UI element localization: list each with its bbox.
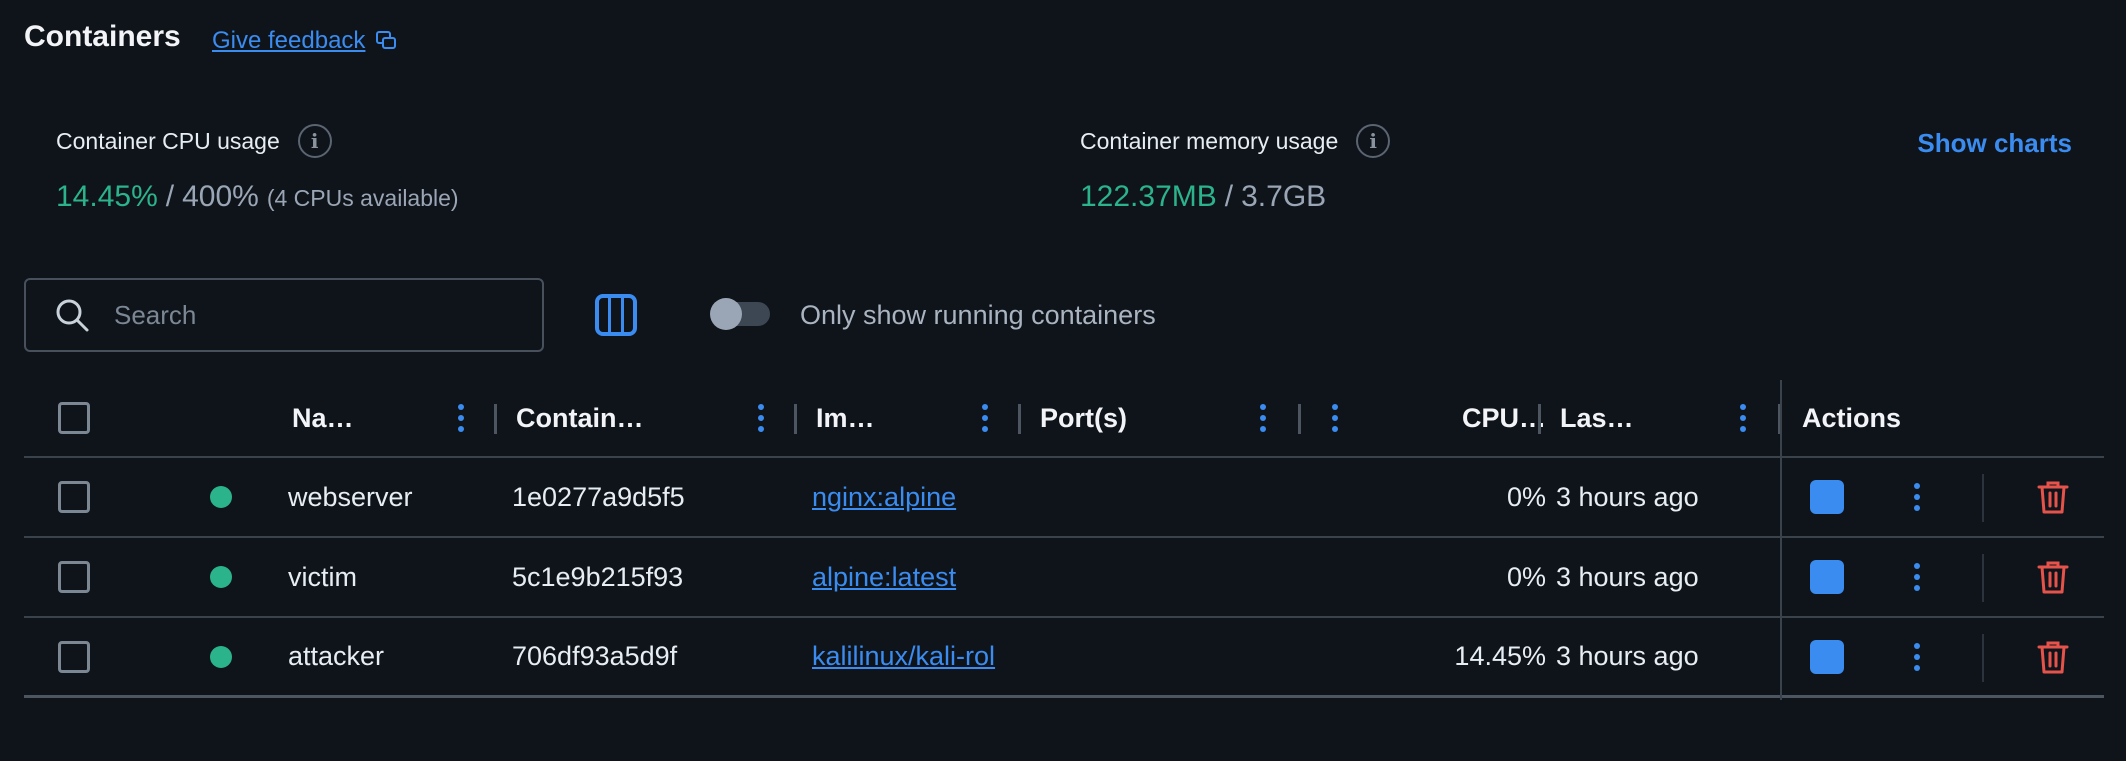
stop-icon bbox=[1810, 480, 1844, 514]
column-header-container-id[interactable]: Contain… bbox=[516, 380, 644, 456]
column-header-image[interactable]: Im… bbox=[816, 380, 875, 456]
column-menu-image[interactable] bbox=[978, 380, 992, 456]
memory-usage-label: Container memory usage bbox=[1080, 127, 1339, 154]
container-id: 706df93a5d9f bbox=[512, 641, 678, 671]
info-icon[interactable]: i bbox=[1356, 124, 1391, 158]
status-indicator bbox=[210, 538, 232, 616]
row-more-actions-button[interactable] bbox=[1910, 538, 1924, 616]
running-only-toggle[interactable] bbox=[710, 298, 770, 330]
container-cpu: 0% bbox=[1506, 561, 1546, 592]
row-checkbox-cell[interactable] bbox=[58, 458, 90, 536]
action-divider bbox=[1982, 634, 1984, 682]
delete-button[interactable] bbox=[2036, 538, 2070, 616]
columns-icon bbox=[599, 298, 612, 332]
show-charts-button[interactable]: Show charts bbox=[1917, 128, 2072, 159]
column-menu-container-id[interactable] bbox=[754, 380, 768, 456]
action-divider bbox=[1982, 474, 1984, 522]
memory-usage-value: 122.37MB / 3.7GB bbox=[1080, 180, 1326, 214]
table-row[interactable]: attacker 706df93a5d9f kalilinux/kali-rol… bbox=[24, 618, 2104, 698]
container-name[interactable]: webserver bbox=[288, 458, 413, 536]
give-feedback-label: Give feedback bbox=[212, 27, 366, 54]
column-menu-ports[interactable] bbox=[1256, 380, 1270, 456]
column-menu-last-started[interactable] bbox=[1736, 380, 1750, 456]
column-menu-cpu[interactable] bbox=[1328, 380, 1342, 456]
column-header-actions: Actions bbox=[1802, 402, 1902, 433]
cpu-usage-value: 14.45% / 400% (4 CPUs available) bbox=[56, 180, 459, 214]
select-all-checkbox-cell[interactable] bbox=[58, 380, 90, 456]
column-menu-name[interactable] bbox=[454, 380, 468, 456]
trash-icon bbox=[2037, 481, 2069, 514]
container-last-started: 3 hours ago bbox=[1556, 561, 1699, 592]
cpu-separator: / bbox=[165, 180, 175, 213]
memory-total: 3.7GB bbox=[1241, 180, 1327, 213]
row-more-actions-button[interactable] bbox=[1910, 618, 1924, 695]
container-image-link[interactable]: kalilinux/kali-rol bbox=[812, 618, 995, 695]
container-name[interactable]: attacker bbox=[288, 618, 384, 695]
select-all-checkbox[interactable] bbox=[58, 402, 90, 434]
row-more-actions-button[interactable] bbox=[1910, 458, 1924, 536]
container-image-link[interactable]: alpine:latest bbox=[812, 538, 956, 616]
memory-usage-label-row: Container memory usage i bbox=[1080, 124, 1391, 158]
info-icon[interactable]: i bbox=[297, 124, 332, 158]
container-cpu: 14.45% bbox=[1454, 641, 1546, 671]
container-last-started: 3 hours ago bbox=[1556, 641, 1699, 671]
running-only-toggle-label: Only show running containers bbox=[800, 300, 1156, 330]
cpu-note: (4 CPUs available) bbox=[266, 185, 459, 211]
row-checkbox-cell[interactable] bbox=[58, 538, 90, 616]
columns-toggle-button[interactable] bbox=[595, 294, 637, 336]
table-header: Na… Contain… Im… Port(s) CPU… Las… Actio… bbox=[24, 380, 2104, 458]
table-row[interactable]: webserver 1e0277a9d5f5 nginx:alpine 0% 3… bbox=[24, 458, 2104, 538]
cpu-usage-label-row: Container CPU usage i bbox=[56, 124, 332, 158]
container-image-link[interactable]: nginx:alpine bbox=[812, 458, 956, 536]
search-icon bbox=[56, 299, 89, 332]
stop-button[interactable] bbox=[1810, 618, 1844, 695]
status-indicator bbox=[210, 618, 232, 695]
toggle-knob bbox=[710, 298, 742, 330]
page-title: Containers bbox=[24, 20, 181, 53]
memory-used: 122.37MB bbox=[1080, 180, 1217, 213]
action-divider bbox=[1982, 554, 1984, 602]
running-status-icon bbox=[210, 566, 232, 588]
row-checkbox-cell[interactable] bbox=[58, 618, 90, 695]
stop-icon bbox=[1810, 639, 1844, 674]
search-box[interactable] bbox=[24, 278, 544, 352]
column-header-ports[interactable]: Port(s) bbox=[1040, 380, 1127, 456]
cpu-used: 14.45% bbox=[56, 180, 158, 213]
container-name[interactable]: victim bbox=[288, 538, 357, 616]
container-cpu: 0% bbox=[1506, 481, 1546, 512]
stop-button[interactable] bbox=[1810, 458, 1844, 536]
container-last-started: 3 hours ago bbox=[1556, 481, 1699, 512]
delete-button[interactable] bbox=[2036, 458, 2070, 536]
memory-separator: / bbox=[1224, 180, 1234, 213]
table-row[interactable]: victim 5c1e9b215f93 alpine:latest 0% 3 h… bbox=[24, 538, 2104, 618]
trash-icon bbox=[2037, 561, 2069, 594]
container-id: 5c1e9b215f93 bbox=[512, 561, 684, 592]
row-checkbox[interactable] bbox=[58, 640, 90, 673]
status-indicator bbox=[210, 458, 232, 536]
row-checkbox[interactable] bbox=[58, 481, 90, 513]
cpu-total: 400% bbox=[182, 180, 259, 213]
search-input[interactable] bbox=[114, 299, 514, 331]
column-header-cpu[interactable]: CPU… bbox=[1444, 380, 1546, 456]
stop-icon bbox=[1810, 560, 1844, 594]
stop-button[interactable] bbox=[1810, 538, 1844, 616]
row-checkbox[interactable] bbox=[58, 561, 90, 593]
container-id: 1e0277a9d5f5 bbox=[512, 481, 685, 512]
delete-button[interactable] bbox=[2036, 618, 2070, 695]
cpu-usage-label: Container CPU usage bbox=[56, 127, 280, 154]
running-status-icon bbox=[210, 486, 232, 508]
column-header-name[interactable]: Na… bbox=[292, 380, 354, 456]
feedback-icon bbox=[376, 31, 397, 49]
give-feedback-link[interactable]: Give feedback bbox=[212, 27, 397, 55]
trash-icon bbox=[2037, 641, 2069, 673]
running-status-icon bbox=[210, 645, 232, 668]
actions-column-divider bbox=[1780, 380, 1782, 700]
column-header-last-started[interactable]: Las… bbox=[1560, 380, 1634, 456]
